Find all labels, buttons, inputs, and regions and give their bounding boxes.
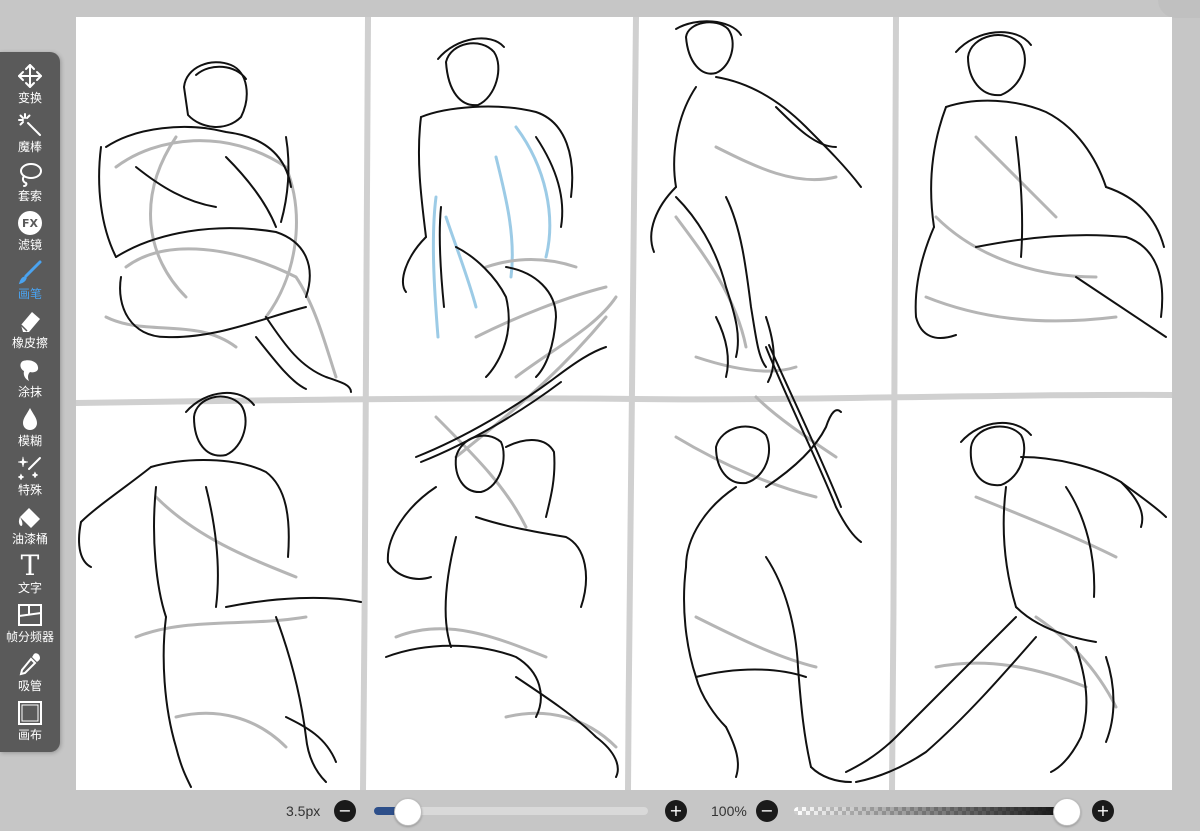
bottom-control-bar: 3.5px − + 100% − + <box>0 790 1200 831</box>
canvas-icon <box>15 699 45 727</box>
tool-fill[interactable]: 油漆桶 <box>0 503 60 551</box>
tool-label: 套索 <box>17 189 42 203</box>
opacity-decrease-button[interactable]: − <box>756 800 778 822</box>
tool-magic-wand[interactable]: 魔棒 <box>0 111 60 159</box>
tool-transform[interactable]: 变换 <box>0 62 60 110</box>
sketch-panel-3 <box>650 20 862 383</box>
tool-label: 变换 <box>17 91 42 105</box>
drawing-canvas[interactable] <box>76 17 1172 790</box>
tool-lasso[interactable]: 套索 <box>0 160 60 208</box>
tool-frame-divider[interactable]: 帧分频器 <box>0 601 60 649</box>
tool-blur[interactable]: 模糊 <box>0 405 60 453</box>
sketch-panel-7 <box>674 344 862 783</box>
tool-label: 模糊 <box>17 434 42 448</box>
corner-shadow <box>1158 0 1200 18</box>
panel-divider-1 <box>360 17 371 790</box>
tool-brush[interactable]: 画笔 <box>0 258 60 306</box>
brush-size-increase-button[interactable]: + <box>665 800 687 822</box>
blur-drop-icon <box>15 405 45 433</box>
tool-label: 魔棒 <box>17 140 42 154</box>
tool-label: 吸管 <box>17 679 42 693</box>
sketch-panel-1 <box>98 61 352 393</box>
brush-size-readout: 3.5px <box>286 803 321 819</box>
tool-eraser[interactable]: 橡皮擦 <box>0 307 60 355</box>
tool-eyedropper[interactable]: 吸管 <box>0 650 60 698</box>
tool-text[interactable]: T 文字 <box>0 552 60 600</box>
frame-divider-icon <box>15 601 45 629</box>
fx-glyph: FX <box>18 211 42 235</box>
lasso-icon <box>15 160 45 188</box>
tool-label: 特殊 <box>17 483 42 497</box>
tool-canvas[interactable]: 画布 <box>0 699 60 747</box>
tool-label: 滤镜 <box>17 238 42 252</box>
sketch-panel-2 <box>401 37 618 379</box>
tool-label: 油漆桶 <box>11 532 48 546</box>
sketch-panel-4 <box>914 31 1167 339</box>
zoom-level-readout: 100% <box>711 803 747 819</box>
minus-icon: − <box>338 801 352 820</box>
tool-filter[interactable]: FX 滤镜 <box>0 209 60 257</box>
opacity-increase-button[interactable]: + <box>1092 800 1114 822</box>
panel-divider-3 <box>889 17 899 790</box>
app-window: 变换 魔棒 套索 FX 滤镜 画笔 橡皮擦 涂抹 模糊 特殊 油漆桶 T 文字 … <box>0 0 1200 831</box>
sketch-panel-5 <box>78 392 362 788</box>
opacity-slider-knob[interactable] <box>1053 798 1081 826</box>
plus-icon: + <box>1096 801 1110 820</box>
tool-label: 文字 <box>17 581 42 595</box>
minus-icon: − <box>760 801 774 820</box>
fx-icon: FX <box>15 209 45 237</box>
eraser-icon <box>15 307 45 335</box>
opacity-slider[interactable] <box>794 807 1066 815</box>
canvas-artwork <box>76 17 1172 790</box>
magic-wand-icon <box>15 111 45 139</box>
brush-icon <box>15 258 45 286</box>
sketch-panel-6 <box>385 315 619 778</box>
special-sparkle-icon <box>15 454 45 482</box>
tool-label: 画布 <box>17 728 42 742</box>
plus-icon: + <box>669 801 683 820</box>
tool-label: 画笔 <box>17 287 42 301</box>
move-arrows-icon <box>15 62 45 90</box>
paint-bucket-icon <box>15 503 45 531</box>
tool-smudge[interactable]: 涂抹 <box>0 356 60 404</box>
smudge-icon <box>15 356 45 384</box>
brush-size-decrease-button[interactable]: − <box>334 800 356 822</box>
brush-size-slider-knob[interactable] <box>393 798 422 826</box>
tool-label: 帧分频器 <box>5 630 54 644</box>
text-icon: T <box>15 552 45 580</box>
tool-label: 涂抹 <box>17 385 42 399</box>
eyedropper-icon <box>15 650 45 678</box>
tool-special[interactable]: 特殊 <box>0 454 60 502</box>
tool-sidebar: 变换 魔棒 套索 FX 滤镜 画笔 橡皮擦 涂抹 模糊 特殊 油漆桶 T 文字 … <box>0 52 60 752</box>
tool-label: 橡皮擦 <box>11 336 48 350</box>
text-glyph: T <box>20 549 40 582</box>
panel-divider-2 <box>625 17 639 790</box>
